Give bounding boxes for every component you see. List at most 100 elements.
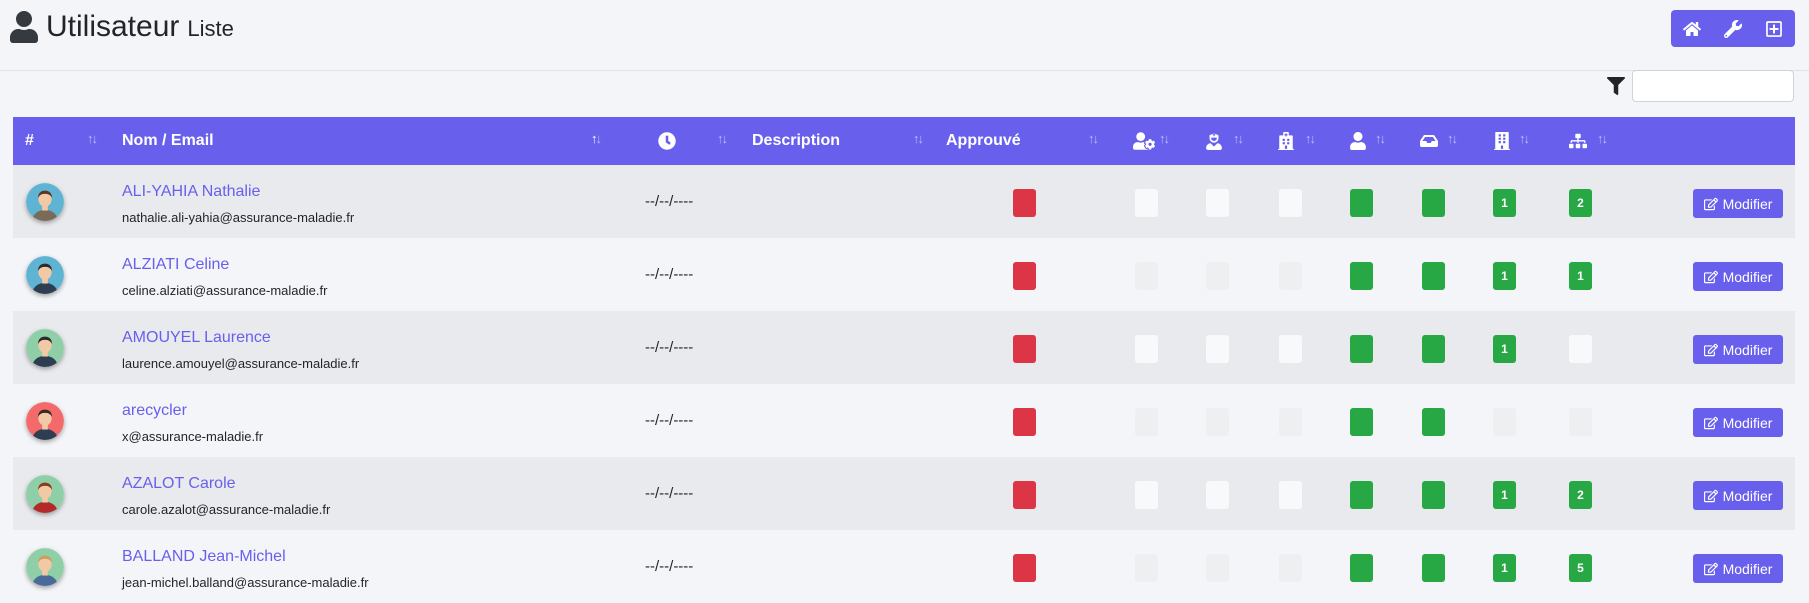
avatar-image (26, 183, 64, 221)
column-header-name-email[interactable]: Nom / Email (122, 117, 214, 165)
sort-icon[interactable]: ↑↓ (1447, 131, 1458, 146)
avatar-image (26, 475, 64, 513)
edit-icon (1703, 489, 1718, 502)
sort-icon[interactable]: ↑↓ (1375, 131, 1386, 146)
flag-hospital (1279, 481, 1302, 509)
flag-hospital (1279, 408, 1302, 436)
modifier-button[interactable]: Modifier (1693, 189, 1783, 218)
flag-nurse (1206, 481, 1229, 509)
flag-user-cog (1135, 481, 1158, 509)
column-header-inbox[interactable] (1420, 117, 1438, 165)
settings-button[interactable] (1712, 10, 1753, 47)
modifier-button[interactable]: Modifier (1693, 481, 1783, 510)
home-button[interactable] (1671, 10, 1712, 47)
last-login-date: --/--/---- (645, 412, 694, 429)
sort-icon[interactable]: ↑↓ (913, 131, 924, 146)
flag-user-cog (1135, 262, 1158, 290)
flag-nurse (1206, 335, 1229, 363)
user-name-link[interactable]: AZALOT Carole (122, 475, 236, 493)
avatar (26, 475, 64, 513)
approved-status (1013, 189, 1036, 217)
page-header: Utilisateur Liste (0, 0, 1809, 71)
avatar (26, 402, 64, 440)
table-header: # ↑↓ Nom / Email ↑↓ ↑↓ Description ↑↓ Ap… (13, 117, 1795, 165)
column-header-building[interactable] (1493, 117, 1511, 165)
sort-icon[interactable]: ↑↓ (717, 131, 728, 146)
edit-icon (1703, 562, 1718, 575)
approved-status (1013, 554, 1036, 582)
sort-icon[interactable]: ↑↓ (87, 131, 98, 146)
page-title-text: Utilisateur (46, 10, 180, 43)
flag-inbox (1422, 262, 1445, 290)
modifier-button[interactable]: Modifier (1693, 554, 1783, 583)
flag-inbox (1422, 481, 1445, 509)
flag-inbox (1422, 335, 1445, 363)
sort-icon[interactable]: ↑↓ (1305, 131, 1316, 146)
avatar-image (26, 548, 64, 586)
column-header-description[interactable]: Description (752, 117, 840, 165)
modifier-button[interactable]: Modifier (1693, 408, 1783, 437)
flag-user (1350, 408, 1373, 436)
avatar (26, 183, 64, 221)
table-body: ALI-YAHIA Nathalie nathalie.ali-yahia@as… (13, 165, 1795, 603)
sort-icon[interactable]: ↑↓ (1519, 131, 1530, 146)
modifier-button[interactable]: Modifier (1693, 335, 1783, 364)
flag-nurse (1206, 262, 1229, 290)
page-title: Utilisateur Liste (10, 10, 234, 44)
avatar-image (26, 329, 64, 367)
sort-icon[interactable]: ↑↓ (1159, 131, 1170, 146)
flag-user-cog (1135, 408, 1158, 436)
flag-hospital (1279, 189, 1302, 217)
sort-icon[interactable]: ↑↓ (1088, 131, 1099, 146)
flag-sitemap (1569, 408, 1592, 436)
column-header-approved[interactable]: Approuvé (946, 117, 1021, 165)
users-table: # ↑↓ Nom / Email ↑↓ ↑↓ Description ↑↓ Ap… (13, 117, 1795, 603)
user-email: laurence.amouyel@assurance-maladie.fr (122, 356, 360, 371)
sort-icon[interactable]: ↑↓ (1233, 131, 1244, 146)
flag-building: 1 (1493, 335, 1516, 363)
flag-hospital (1279, 335, 1302, 363)
sort-asc-icon[interactable]: ↑↓ (591, 131, 602, 146)
user-cog-icon (1133, 132, 1155, 150)
column-header-hospital[interactable] (1277, 117, 1295, 165)
flag-building (1493, 408, 1516, 436)
table-row: ALZIATI Celine celine.alziati@assurance-… (13, 238, 1795, 311)
approved-status (1013, 481, 1036, 509)
user-name-link[interactable]: ALZIATI Celine (122, 256, 229, 274)
column-header-index[interactable]: # (25, 117, 34, 165)
approved-status (1013, 262, 1036, 290)
flag-user (1350, 554, 1373, 582)
sitemap-icon (1569, 133, 1587, 149)
last-login-date: --/--/---- (645, 266, 694, 283)
sort-icon[interactable]: ↑↓ (1597, 131, 1608, 146)
user-name-link[interactable]: BALLAND Jean-Michel (122, 548, 286, 566)
user-nurse-icon (1206, 133, 1222, 150)
table-row: BALLAND Jean-Michel jean-michel.balland@… (13, 530, 1795, 603)
add-button[interactable] (1754, 10, 1795, 47)
hospital-icon (1278, 132, 1294, 150)
column-header-user[interactable] (1349, 117, 1367, 165)
flag-sitemap: 1 (1569, 262, 1592, 290)
clock-icon (658, 132, 676, 150)
modifier-button[interactable]: Modifier (1693, 262, 1783, 291)
user-name-link[interactable]: arecycler (122, 402, 187, 420)
plus-square-icon (1766, 20, 1783, 37)
flag-sitemap: 5 (1569, 554, 1592, 582)
table-row: arecycler x@assurance-maladie.fr --/--/-… (13, 384, 1795, 457)
filter-input[interactable] (1632, 70, 1794, 102)
user-email: x@assurance-maladie.fr (122, 429, 264, 444)
column-header-date[interactable] (658, 117, 676, 165)
column-header-nurse[interactable] (1205, 117, 1223, 165)
table-row: ALI-YAHIA Nathalie nathalie.ali-yahia@as… (13, 165, 1795, 238)
flag-user (1350, 262, 1373, 290)
approved-status (1013, 408, 1036, 436)
column-header-user-cog[interactable] (1133, 117, 1155, 165)
flag-sitemap: 2 (1569, 481, 1592, 509)
flag-user (1350, 481, 1373, 509)
user-email: carole.azalot@assurance-maladie.fr (122, 502, 331, 517)
user-name-link[interactable]: ALI-YAHIA Nathalie (122, 183, 260, 201)
last-login-date: --/--/---- (645, 339, 694, 356)
column-header-sitemap[interactable] (1569, 117, 1587, 165)
flag-inbox (1422, 408, 1445, 436)
user-name-link[interactable]: AMOUYEL Laurence (122, 329, 271, 347)
